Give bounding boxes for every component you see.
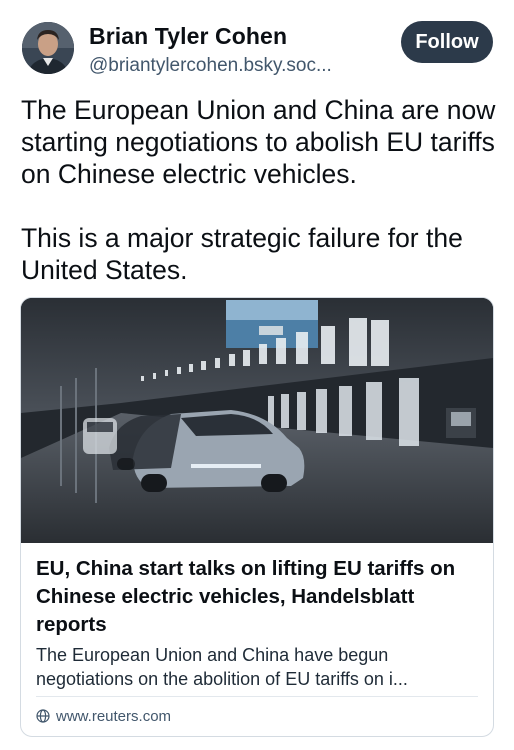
- post-header: Brian Tyler Cohen @briantylercohen.bsky.…: [0, 0, 514, 90]
- link-card-domain[interactable]: www.reuters.com: [36, 706, 171, 726]
- author-handle[interactable]: @briantylercohen.bsky.soc...: [89, 55, 389, 77]
- link-card-image[interactable]: [21, 298, 493, 543]
- link-card-title[interactable]: EU, China start talks on lifting EU tari…: [36, 555, 481, 639]
- globe-icon: [36, 709, 50, 723]
- avatar[interactable]: [22, 22, 74, 74]
- domain-label: www.reuters.com: [56, 707, 172, 725]
- post-paragraph: The European Union and China are now sta…: [21, 95, 496, 189]
- link-card[interactable]: EU, China start talks on lifting EU tari…: [20, 297, 494, 737]
- divider: [36, 696, 478, 697]
- follow-button[interactable]: Follow: [401, 21, 493, 63]
- post-paragraph: This is a major strategic failure for th…: [21, 223, 463, 285]
- post-text: The European Union and China are now sta…: [21, 94, 501, 286]
- link-card-description: The European Union and China have begun …: [36, 645, 408, 689]
- author-name[interactable]: Brian Tyler Cohen: [89, 23, 287, 50]
